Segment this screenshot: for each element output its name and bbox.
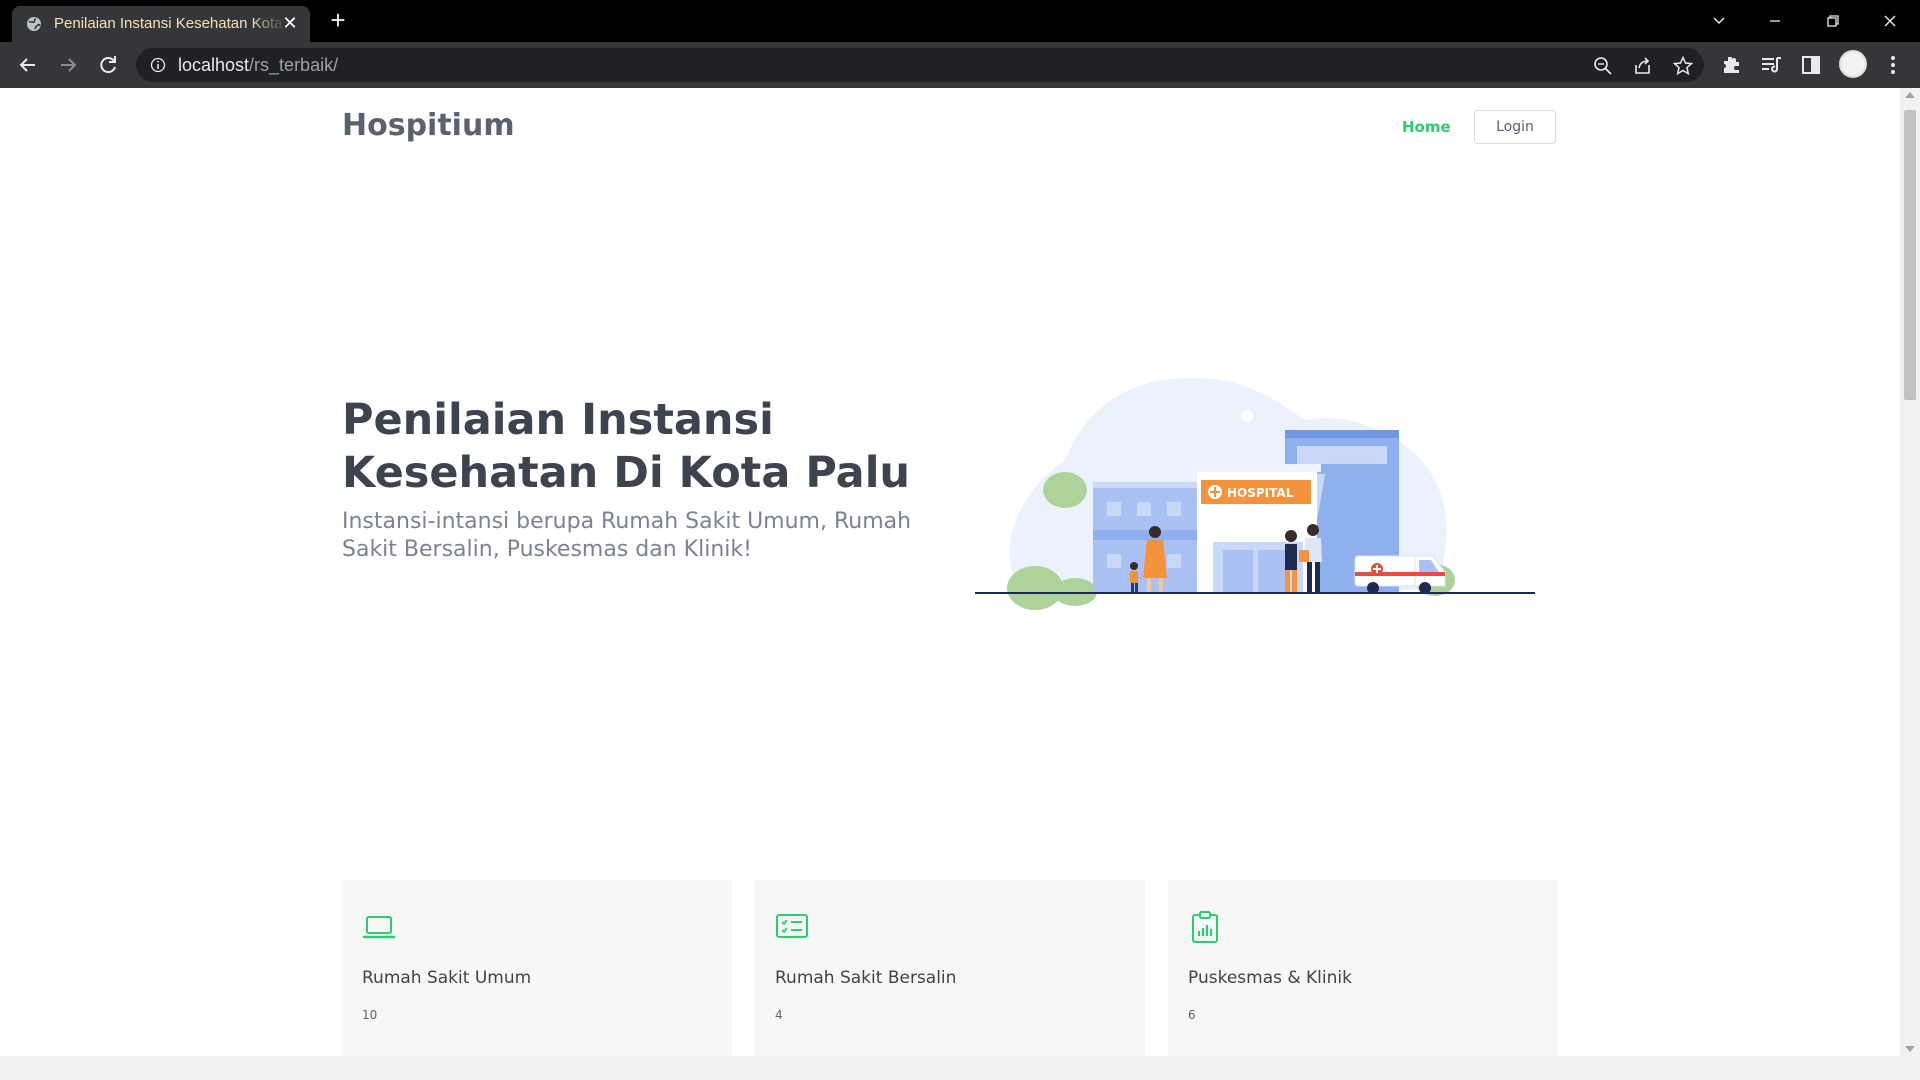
hero-title: Penilaian Instansi Kesehatan Di Kota Pal… (342, 394, 962, 500)
url-text: localhost/rs_terbaik/ (178, 55, 338, 76)
laptop-icon (362, 916, 396, 939)
address-bar[interactable]: localhost/rs_terbaik/ (136, 48, 1704, 82)
hero-subtitle: Instansi-intansi berupa Rumah Sakit Umum… (342, 509, 912, 562)
scrollbar-thumb[interactable] (1904, 110, 1916, 400)
scroll-down-arrow-icon[interactable] (1905, 1046, 1915, 1052)
card-count: 6 (1188, 1008, 1196, 1022)
new-tab-button[interactable]: + (326, 7, 350, 33)
login-button[interactable]: Login (1474, 110, 1556, 144)
site-brand[interactable]: Hospitium (342, 108, 515, 143)
clipboard-chart-icon (1192, 911, 1218, 943)
browser-toolbar: localhost/rs_terbaik/ (0, 42, 1920, 88)
side-panel-icon[interactable] (1799, 53, 1823, 77)
window-close-icon[interactable] (1877, 8, 1903, 34)
card-label: Rumah Sakit Umum (362, 968, 532, 988)
tab-title: Penilaian Instansi Kesehatan Kota Palu (54, 15, 286, 32)
horizontal-scrollbar[interactable] (0, 1056, 1900, 1080)
globe-icon (27, 17, 41, 31)
zoom-icon[interactable] (1592, 55, 1614, 77)
hero-title-line1: Penilaian Instansi (342, 395, 774, 445)
hospital-sign-text: HOSPITAL (1227, 486, 1294, 500)
page-viewport: Hospitium Home Login Penilaian Instansi … (0, 88, 1900, 1080)
card-rumah-sakit-bersalin[interactable]: Rumah Sakit Bersalin 4 (755, 880, 1145, 1080)
tab-search-icon[interactable] (1706, 8, 1732, 34)
site-info-icon[interactable] (150, 57, 166, 73)
back-icon[interactable] (14, 51, 42, 79)
url-path: /rs_terbaik/ (249, 55, 339, 75)
media-queue-icon[interactable] (1759, 53, 1783, 77)
minimize-icon[interactable] (1762, 8, 1788, 34)
checklist-icon (776, 914, 808, 938)
restore-icon[interactable] (1820, 8, 1846, 34)
hero-title-line2: Kesehatan Di Kota Palu (342, 448, 911, 498)
menu-kebab-icon[interactable] (1881, 53, 1905, 77)
extensions-icon[interactable] (1719, 53, 1743, 77)
share-icon[interactable] (1632, 55, 1654, 77)
forward-icon[interactable] (54, 51, 82, 79)
url-host: localhost (178, 55, 250, 75)
nav-home-link[interactable]: Home (1402, 118, 1451, 136)
card-rumah-sakit-umum[interactable]: Rumah Sakit Umum 10 (342, 880, 732, 1080)
browser-tab[interactable]: Penilaian Instansi Kesehatan Kota Palu ✕ (12, 6, 310, 42)
bookmark-star-icon[interactable] (1672, 55, 1694, 77)
card-label: Rumah Sakit Bersalin (775, 968, 957, 988)
hospital-illustration: HOSPITAL (975, 377, 1535, 610)
browser-tabstrip: Penilaian Instansi Kesehatan Kota Palu ✕… (0, 0, 1920, 42)
card-count: 4 (775, 1008, 783, 1022)
card-count: 10 (362, 1008, 378, 1022)
tab-close-icon[interactable]: ✕ (280, 14, 300, 34)
card-puskesmas-klinik[interactable]: Puskesmas & Klinik 6 (1168, 880, 1558, 1080)
vertical-scrollbar[interactable] (1900, 88, 1920, 1080)
profile-avatar[interactable] (1839, 50, 1867, 78)
reload-icon[interactable] (94, 51, 122, 79)
card-label: Puskesmas & Klinik (1188, 968, 1352, 988)
scroll-up-arrow-icon[interactable] (1905, 92, 1915, 98)
